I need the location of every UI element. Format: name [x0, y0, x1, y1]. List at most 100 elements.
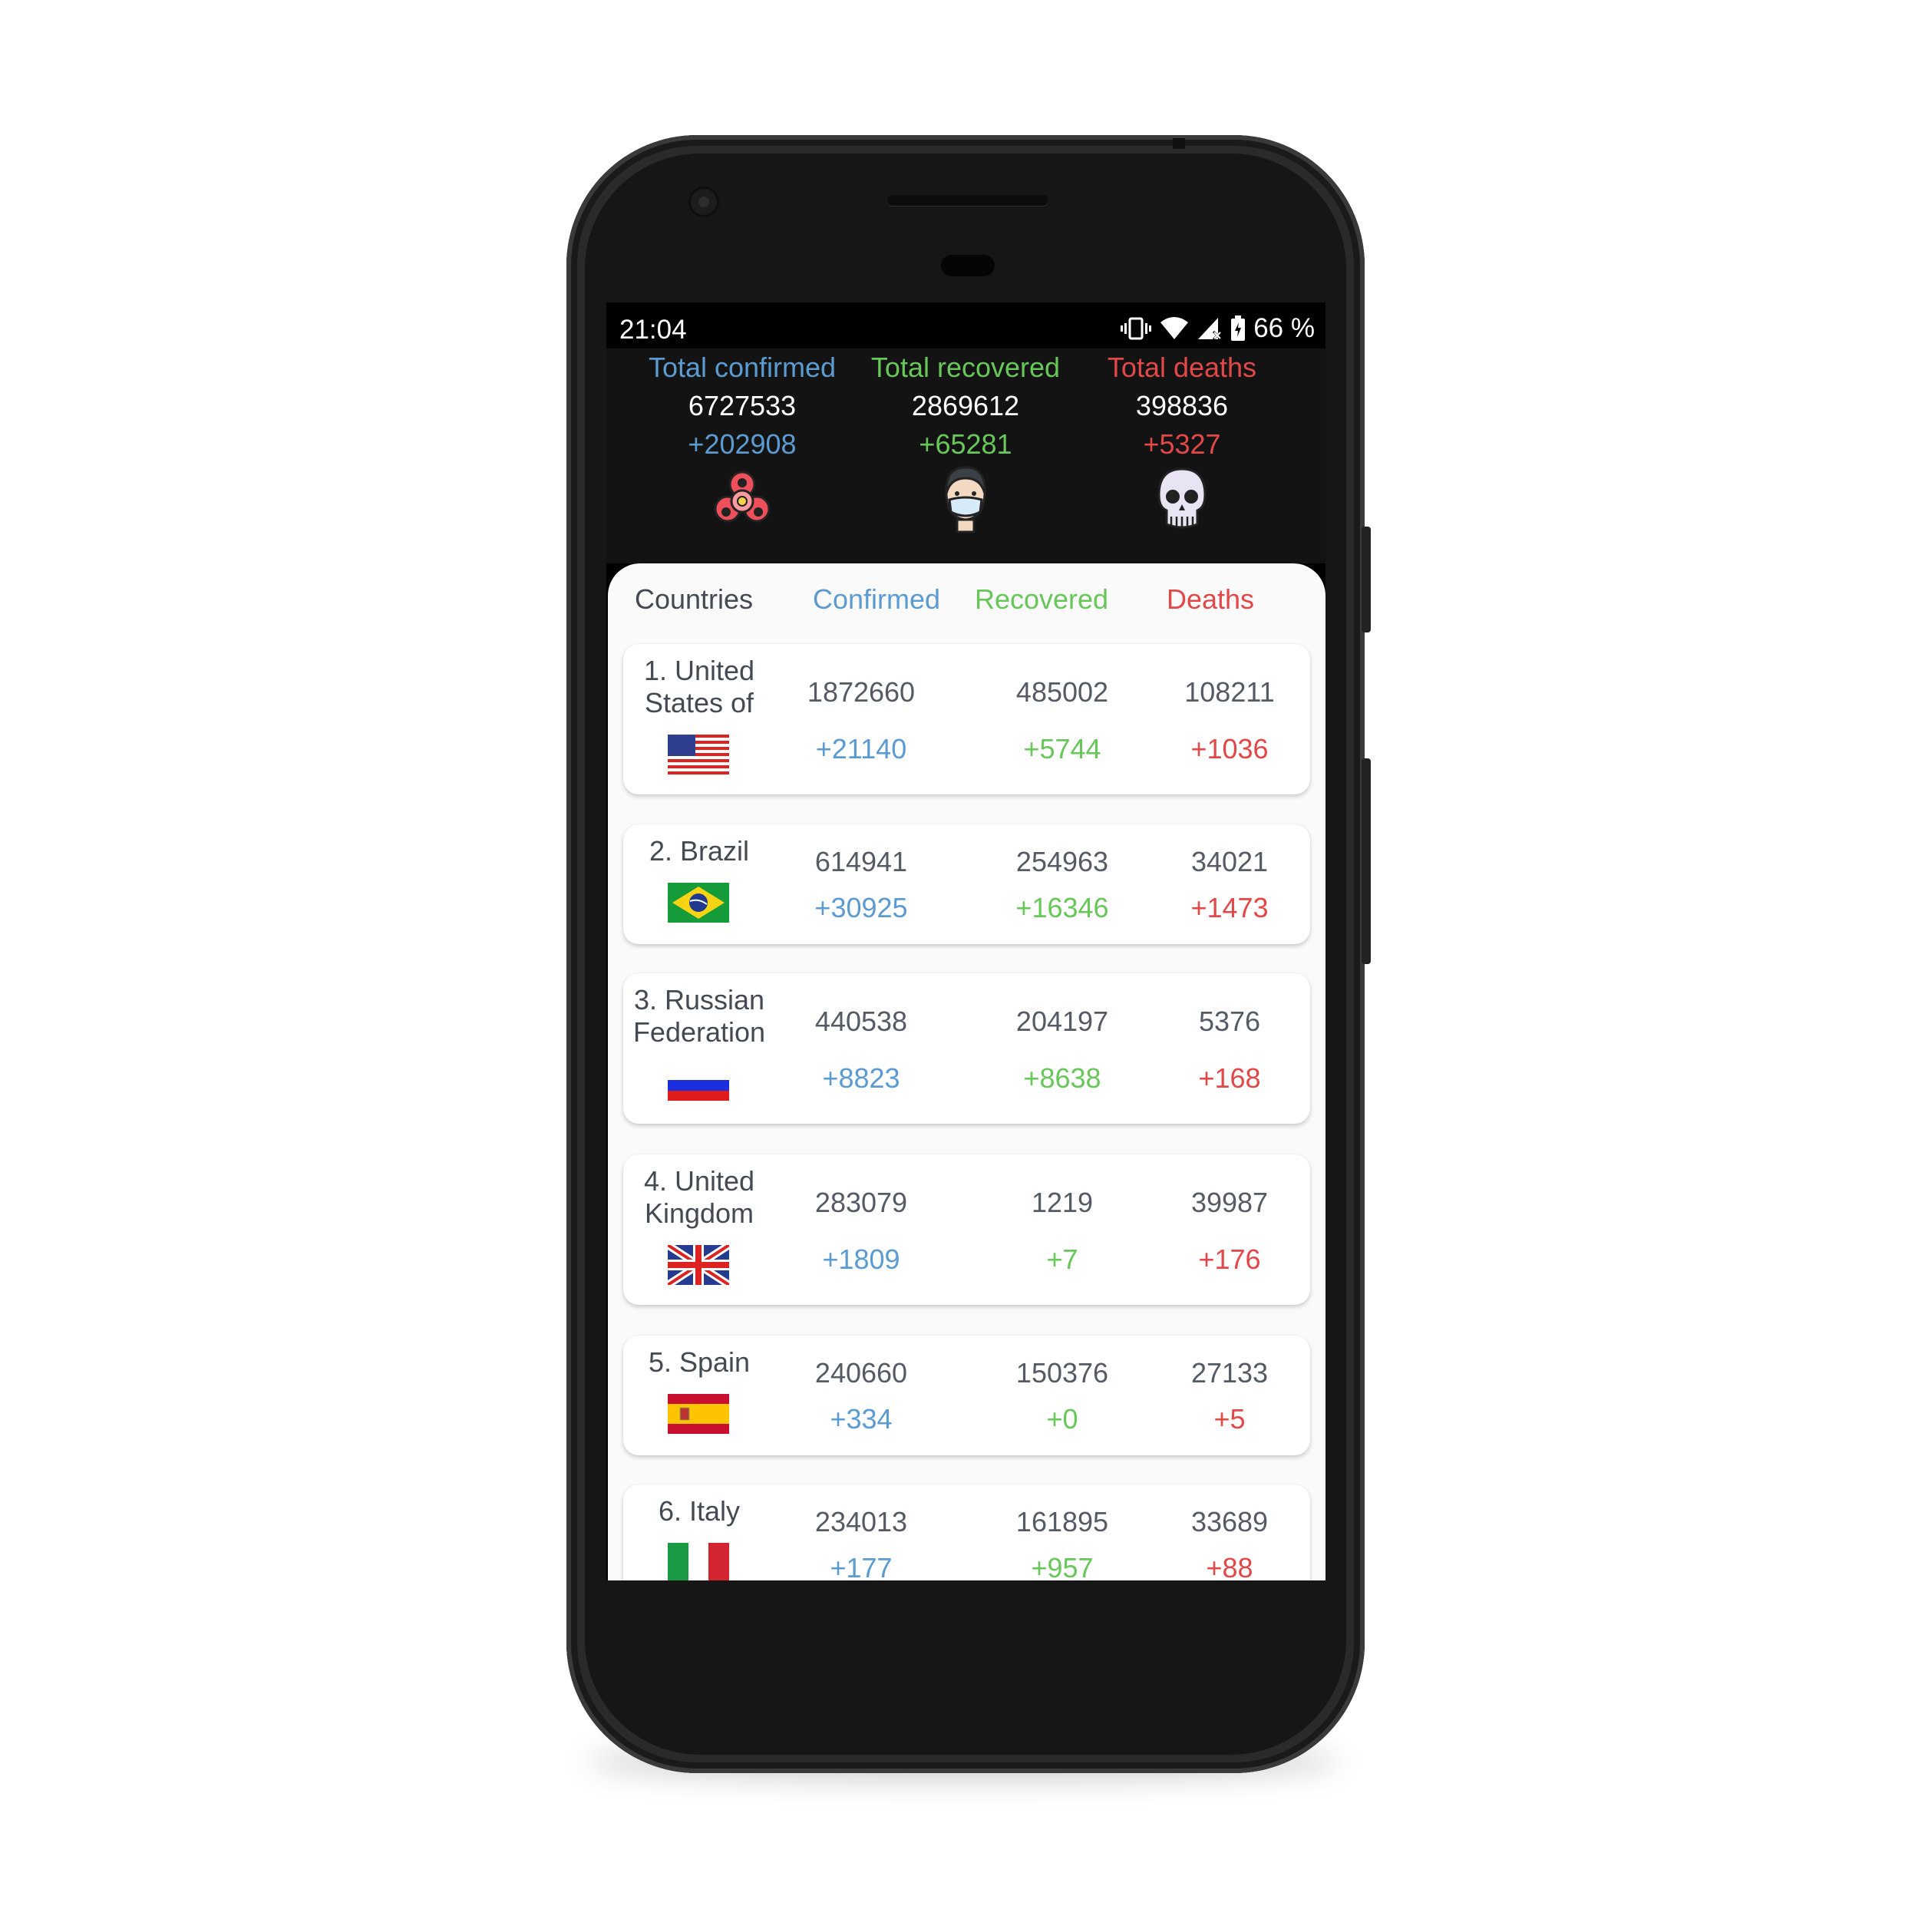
country-row[interactable]: 1. United States of 1872660 +21140 48500… — [623, 644, 1310, 794]
deaths-value: 27133 — [1190, 1357, 1269, 1389]
header-confirmed[interactable]: Confirmed — [796, 580, 957, 619]
country-name: 5. Spain — [623, 1346, 775, 1379]
status-time: 21:04 — [619, 315, 687, 345]
summary-confirmed-value: 6727533 — [688, 390, 797, 421]
country-name-line1: 5. Spain — [648, 1346, 751, 1378]
deaths-value: 34021 — [1190, 846, 1269, 877]
header-deaths[interactable]: Deaths — [1134, 580, 1287, 619]
recovered-delta: +957 — [1031, 1552, 1094, 1580]
deaths-value: 5376 — [1198, 1006, 1261, 1037]
summary-recovered: Total recovered 2869612 +65281 — [850, 348, 1081, 537]
vibrate-icon — [1120, 316, 1152, 341]
summary-confirmed-label: Total confirmed — [648, 352, 837, 383]
summary-deaths-label: Total deaths — [1107, 352, 1257, 383]
battery-percent: 66 % — [1253, 313, 1315, 343]
deaths-delta: +1473 — [1190, 892, 1269, 923]
deaths-delta: +5 — [1213, 1403, 1246, 1435]
recovered-delta: +0 — [1046, 1403, 1078, 1435]
earpiece-speaker — [887, 195, 1048, 206]
masked-person-icon — [939, 464, 992, 537]
country-name-line2: States of — [644, 687, 754, 718]
country-name-line2: Kingdom — [644, 1197, 754, 1229]
countries-panel: Countries Confirmed Recovered Deaths 1. … — [608, 563, 1326, 1580]
deaths-value: 108211 — [1184, 676, 1275, 708]
brazil-flag-icon — [668, 883, 729, 923]
country-name-line1: 3. Russian — [633, 984, 765, 1016]
global-summary: Total confirmed 6727533 +202908 Total re… — [606, 348, 1326, 563]
header-countries[interactable]: Countries — [625, 580, 763, 619]
recovered-value: 254963 — [1015, 846, 1109, 877]
volume-button — [1362, 758, 1371, 964]
confirmed-delta: +1809 — [822, 1243, 900, 1275]
proximity-sensor — [941, 255, 995, 276]
deaths-delta: +1036 — [1190, 733, 1269, 765]
confirmed-delta: +177 — [830, 1552, 893, 1580]
country-name-line1: 2. Brazil — [649, 835, 750, 867]
status-bar: 21:04 66 % — [606, 302, 1326, 355]
battery-icon — [1230, 315, 1246, 342]
screen-bottom-black — [606, 1580, 1326, 1765]
country-row[interactable]: 2. Brazil 614941 +30925 254963 +16346 34… — [623, 824, 1310, 944]
confirmed-value: 234013 — [814, 1506, 908, 1537]
deaths-value: 33689 — [1190, 1506, 1269, 1537]
italy-flag-icon — [668, 1543, 729, 1580]
biohazard-icon — [709, 466, 775, 536]
deaths-delta: +88 — [1206, 1552, 1253, 1580]
header-recovered[interactable]: Recovered — [957, 580, 1126, 619]
front-camera — [691, 189, 717, 215]
recovered-delta: +8638 — [1023, 1062, 1101, 1094]
russia-flag-icon — [668, 1070, 729, 1101]
country-name: 4. United Kingdom — [623, 1165, 775, 1230]
deaths-delta: +176 — [1198, 1243, 1261, 1275]
country-row[interactable]: 6. Italy 234013 +177 161895 +957 33689 +… — [623, 1485, 1310, 1580]
country-name: 3. Russian Federation — [623, 984, 775, 1049]
country-name-line2: Federation — [632, 1016, 766, 1048]
summary-deaths-delta: +5327 — [1143, 428, 1221, 460]
confirmed-value: 614941 — [814, 846, 908, 877]
recovered-value: 204197 — [1015, 1006, 1109, 1037]
confirmed-value: 440538 — [814, 1006, 908, 1037]
confirmed-value: 240660 — [814, 1357, 908, 1389]
summary-recovered-delta: +65281 — [919, 428, 1012, 460]
signal-icon — [1197, 316, 1223, 341]
country-row[interactable]: 4. United Kingdom 283079 +1809 1219 +7 3… — [623, 1154, 1310, 1305]
confirmed-delta: +21140 — [815, 733, 907, 765]
spain-flag-icon — [668, 1394, 729, 1434]
country-name-line1: 4. United — [643, 1165, 755, 1197]
confirmed-value: 283079 — [814, 1187, 908, 1218]
country-name-line1: 6. Italy — [658, 1495, 741, 1527]
country-row[interactable]: 5. Spain 240660 +334 150376 +0 27133 +5 — [623, 1336, 1310, 1455]
summary-deaths: Total deaths 398836 +5327 — [1067, 348, 1297, 537]
recovered-delta: +16346 — [1015, 892, 1109, 923]
skull-icon — [1154, 466, 1210, 536]
us-flag-icon — [668, 735, 729, 774]
status-icons: 66 % — [1120, 313, 1315, 344]
recovered-value: 150376 — [1015, 1357, 1109, 1389]
confirmed-value: 1872660 — [807, 676, 916, 708]
summary-recovered-label: Total recovered — [870, 352, 1061, 383]
confirmed-delta: +334 — [830, 1403, 893, 1435]
wifi-icon — [1160, 316, 1189, 341]
country-name-line1: 1. United — [643, 655, 755, 686]
summary-recovered-value: 2869612 — [911, 390, 1020, 421]
phone-top-notch — [1173, 138, 1185, 149]
confirmed-delta: +8823 — [822, 1062, 900, 1094]
summary-confirmed: Total confirmed 6727533 +202908 — [627, 348, 857, 537]
recovered-value: 1219 — [1031, 1187, 1094, 1218]
country-row[interactable]: 3. Russian Federation 440538 +8823 20419… — [623, 973, 1310, 1124]
recovered-delta: +7 — [1046, 1243, 1078, 1275]
recovered-value: 485002 — [1015, 676, 1109, 708]
country-name: 1. United States of — [623, 655, 775, 719]
recovered-delta: +5744 — [1023, 733, 1101, 765]
summary-confirmed-delta: +202908 — [688, 428, 797, 460]
table-header: Countries Confirmed Recovered Deaths — [608, 563, 1326, 640]
recovered-value: 161895 — [1015, 1506, 1109, 1537]
phone-screen: 21:04 66 % Total confirmed 6727533 +2029… — [606, 302, 1326, 1580]
uk-flag-icon — [668, 1245, 729, 1285]
confirmed-delta: +30925 — [814, 892, 908, 923]
deaths-delta: +168 — [1198, 1062, 1261, 1094]
country-name: 6. Italy — [623, 1495, 775, 1527]
country-name: 2. Brazil — [623, 835, 775, 867]
power-button — [1362, 527, 1371, 632]
deaths-value: 39987 — [1190, 1187, 1269, 1218]
